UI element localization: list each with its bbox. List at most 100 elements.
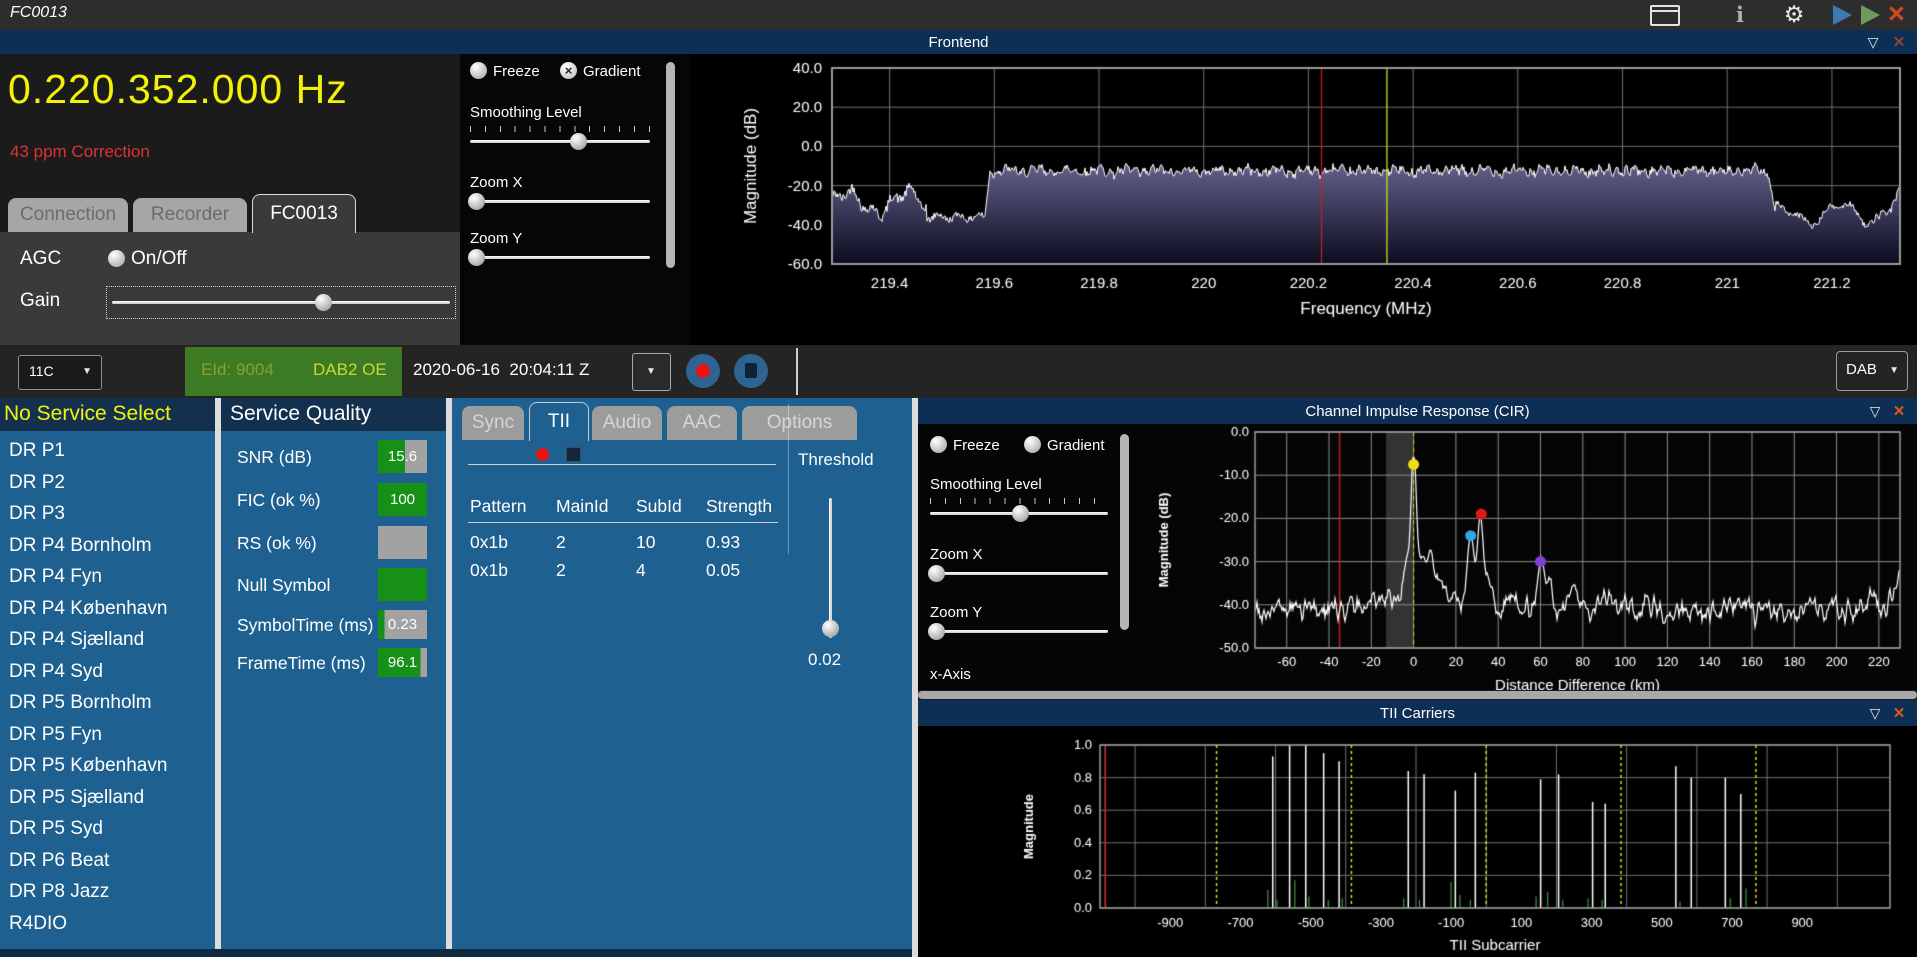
- threshold-slider-handle[interactable]: [822, 620, 839, 637]
- service-item[interactable]: DR P4 Fyn: [0, 562, 215, 594]
- gain-slider-handle[interactable]: [315, 294, 332, 311]
- panel-close-icon[interactable]: ×: [1888, 398, 1910, 424]
- collapse-icon[interactable]: ▽: [1864, 398, 1886, 424]
- service-item[interactable]: DR P5 Bornholm: [0, 688, 215, 720]
- tab-tii[interactable]: TII: [529, 402, 589, 441]
- cir-gradient-radio[interactable]: [1024, 436, 1041, 453]
- info-icon[interactable]: i: [1729, 2, 1751, 28]
- services-panel: No Service Select DR P1 DR P2 DR P3 DR P…: [0, 398, 215, 957]
- cir-freeze-radio[interactable]: [930, 436, 947, 453]
- stop-square-icon: [745, 363, 757, 378]
- cir-zoom-y-slider[interactable]: [928, 623, 1108, 642]
- quality-label: SymbolTime (ms): [237, 614, 374, 635]
- controls-scrollbar[interactable]: [666, 62, 675, 268]
- service-item[interactable]: DR P5 Sjælland: [0, 783, 215, 815]
- play-icon[interactable]: [1833, 5, 1852, 25]
- gain-slider[interactable]: [106, 286, 456, 319]
- cir-zoom-x-slider-handle[interactable]: [928, 565, 945, 582]
- quality-label: FrameTime (ms): [237, 652, 366, 673]
- threshold-slider[interactable]: [820, 498, 840, 646]
- close-icon[interactable]: ×: [1888, 0, 1905, 31]
- service-item[interactable]: R4DIO: [0, 909, 215, 941]
- tii-table-row[interactable]: 0x1b 2 10 0.93: [470, 532, 786, 553]
- zoom-x-slider[interactable]: [468, 193, 650, 212]
- cir-zoom-y-slider-handle[interactable]: [928, 623, 945, 640]
- panel-close-icon[interactable]: ×: [1888, 30, 1910, 54]
- cir-zoom-x-label: Zoom X: [930, 546, 983, 563]
- tii-stop-square-icon: [566, 447, 581, 462]
- service-item[interactable]: DR P4 Sjælland: [0, 625, 215, 657]
- smoothing-slider[interactable]: [470, 133, 650, 152]
- cir-smoothing-label: Smoothing Level: [930, 476, 1042, 493]
- zoom-y-label: Zoom Y: [470, 230, 523, 247]
- service-item[interactable]: DR P6 Beat: [0, 846, 215, 878]
- cir-zoom-x-slider[interactable]: [928, 565, 1108, 584]
- cir-title: Channel Impulse Response (CIR): [1305, 402, 1530, 420]
- decoder-panel: Sync TII Audio AAC Options Pattern MainI…: [452, 398, 912, 957]
- zoom-x-slider-handle[interactable]: [468, 193, 485, 210]
- settings-gear-icon[interactable]: ⚙: [1780, 0, 1808, 30]
- collapse-icon[interactable]: ▽: [1862, 30, 1884, 54]
- record-button[interactable]: [686, 354, 720, 388]
- frontend-title: Frontend: [928, 33, 989, 51]
- service-item[interactable]: DR P1: [0, 436, 215, 468]
- gradient-checkbox[interactable]: ×: [560, 62, 577, 79]
- window-icon[interactable]: [1650, 5, 1680, 26]
- quality-badge: [378, 526, 427, 559]
- cir-smoothing-slider[interactable]: [930, 505, 1108, 524]
- mode-select[interactable]: DAB ▼: [1836, 351, 1908, 391]
- service-item[interactable]: DR P4 Syd: [0, 657, 215, 689]
- tii-record-dot-icon: [536, 448, 549, 461]
- gradient-label: Gradient: [583, 63, 641, 80]
- zoom-y-slider[interactable]: [468, 249, 650, 268]
- channel-value: 11C: [29, 363, 54, 379]
- smoothing-label: Smoothing Level: [470, 104, 582, 121]
- play-secondary-icon[interactable]: [1861, 5, 1880, 25]
- panel-close-icon[interactable]: ×: [1888, 700, 1910, 726]
- service-item[interactable]: DR P3: [0, 499, 215, 531]
- cir-header: Channel Impulse Response (CIR) ▽ ×: [918, 398, 1917, 424]
- gain-label: Gain: [20, 290, 61, 311]
- quality-badge: 15.6: [378, 440, 427, 473]
- expand-dropdown-button[interactable]: ▼: [632, 353, 671, 391]
- tab-fc0013[interactable]: FC0013: [252, 194, 356, 233]
- service-item[interactable]: DR P4 Bornholm: [0, 531, 215, 563]
- tab-aac[interactable]: AAC: [667, 406, 737, 440]
- smoothing-slider-handle[interactable]: [570, 133, 587, 150]
- cir-controls-scrollbar[interactable]: [1120, 434, 1129, 630]
- tii-carriers-header: TII Carriers ▽ ×: [918, 700, 1917, 726]
- separator: [796, 348, 798, 395]
- quality-title: Service Quality: [230, 402, 372, 425]
- service-item[interactable]: DR P5 København: [0, 751, 215, 783]
- cir-x-axis-label: x-Axis: [930, 666, 971, 683]
- freeze-radio[interactable]: [470, 62, 487, 79]
- channel-bar: 11C ▼ EId: 9004 DAB2 OE 2020-06-16 20:04…: [0, 345, 1917, 398]
- agc-radio[interactable]: [108, 250, 125, 267]
- window-title: FC0013: [10, 4, 67, 21]
- service-item[interactable]: DR P2: [0, 468, 215, 500]
- stop-button[interactable]: [734, 354, 768, 388]
- service-item[interactable]: DR P4 København: [0, 594, 215, 626]
- horizontal-scrollbar[interactable]: [918, 690, 1917, 700]
- tab-audio[interactable]: Audio: [592, 406, 662, 440]
- tuner-tab-panel: AGC On/Off Gain: [0, 232, 460, 345]
- channel-select[interactable]: 11C ▼: [18, 355, 102, 390]
- service-item[interactable]: DR P5 Syd: [0, 814, 215, 846]
- cir-controls: Freeze Gradient Smoothing Level Zoom X Z…: [918, 424, 1140, 690]
- tab-sync[interactable]: Sync: [462, 406, 524, 440]
- quality-label: SNR (dB): [237, 446, 312, 467]
- chevron-down-icon: ▼: [646, 366, 656, 377]
- tab-recorder[interactable]: Recorder: [133, 198, 247, 232]
- ensemble-label: DAB2 OE: [313, 360, 387, 379]
- service-item[interactable]: DR P8 Jazz: [0, 877, 215, 909]
- quality-badge: 0.23: [378, 610, 427, 639]
- tab-options[interactable]: Options: [742, 406, 857, 440]
- service-item[interactable]: DR P5 Fyn: [0, 720, 215, 752]
- zoom-y-slider-handle[interactable]: [468, 249, 485, 266]
- agc-label: AGC: [20, 248, 62, 269]
- collapse-icon[interactable]: ▽: [1864, 700, 1886, 726]
- tii-table-row[interactable]: 0x1b 2 4 0.05: [470, 560, 786, 581]
- cir-smoothing-slider-handle[interactable]: [1012, 505, 1029, 522]
- tab-connection[interactable]: Connection: [8, 198, 128, 232]
- service-list: DR P1 DR P2 DR P3 DR P4 Bornholm DR P4 F…: [0, 436, 215, 948]
